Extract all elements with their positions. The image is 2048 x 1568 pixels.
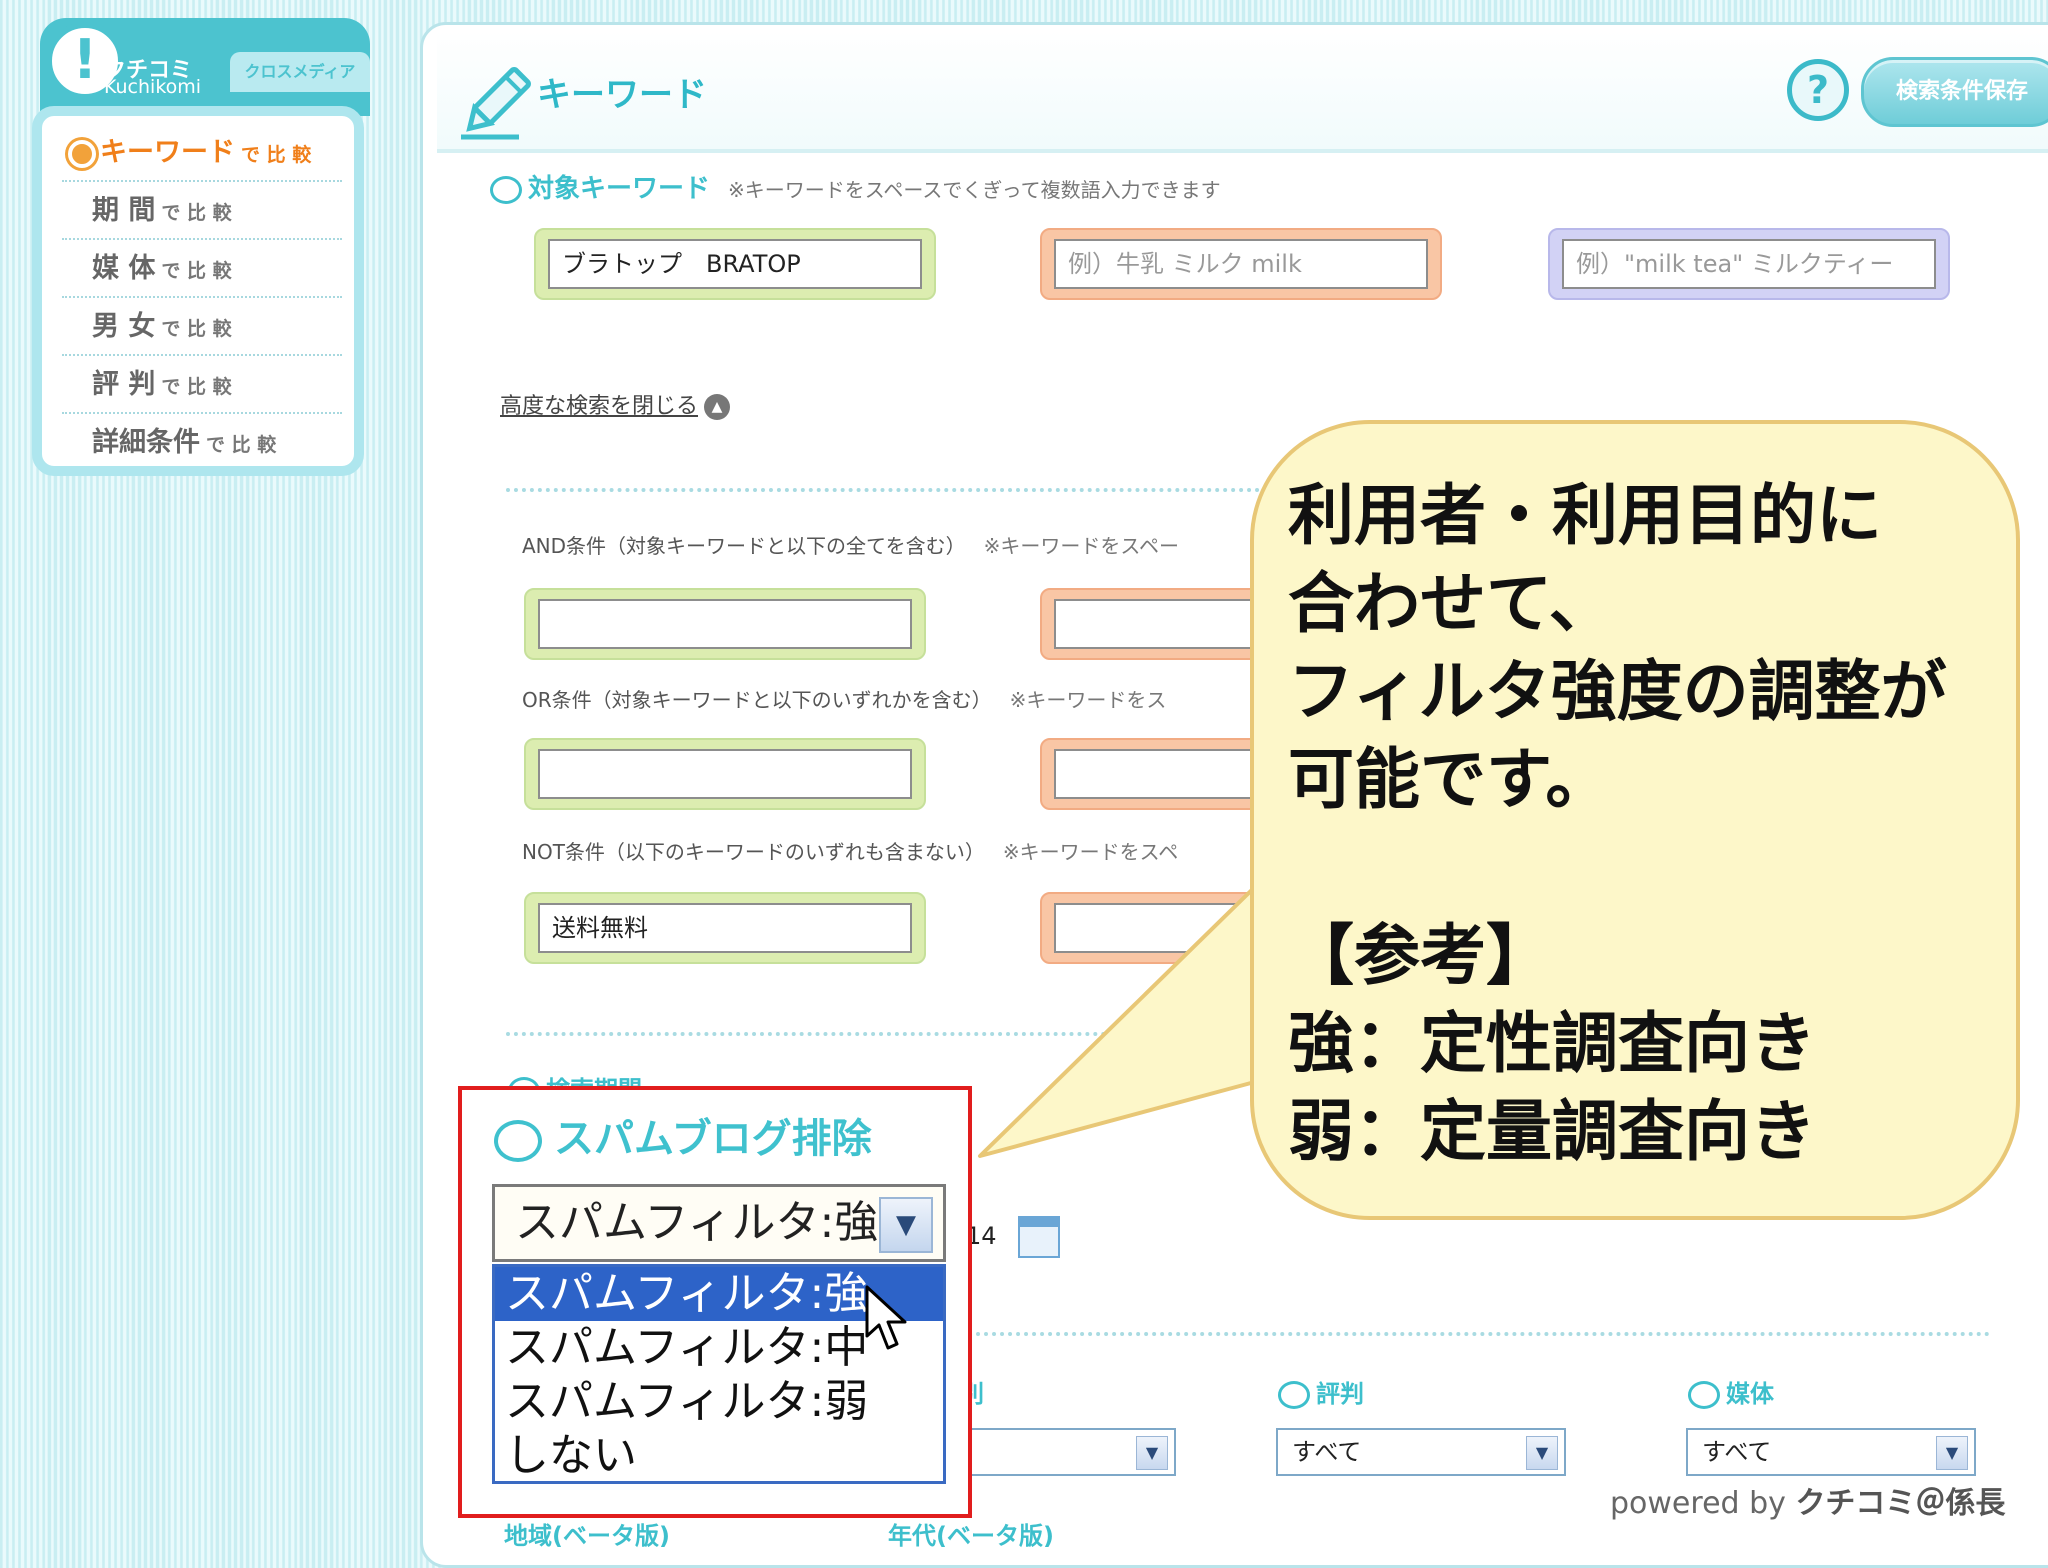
keyword-box-2: 例）牛乳 ミルク milk <box>1040 228 1442 300</box>
sidebar-item-label: 男 女 <box>92 311 156 342</box>
keyword-box-1: ブラトップ BRATOP <box>534 228 936 300</box>
active-dot-icon <box>68 140 96 168</box>
brand-logo[interactable]: ! クチコミ Kuchikomi クロスメディア <box>40 18 370 116</box>
reputation-select-value: すべて <box>1292 1438 1362 1466</box>
sidebar-item-period[interactable]: 期 間で 比 較 <box>62 182 342 240</box>
keyword-input-1[interactable]: ブラトップ BRATOP <box>548 239 922 289</box>
keyword-input-3[interactable]: 例）"milk tea" ミルクティー <box>1562 239 1936 289</box>
not-input-1[interactable]: 送料無料 <box>538 903 912 953</box>
gender-select[interactable]: ▼ <box>940 1428 1176 1476</box>
divider <box>960 1332 1990 1336</box>
sidebar-item-reputation[interactable]: 評 判で 比 較 <box>62 356 342 414</box>
reputation-select[interactable]: すべて ▼ <box>1276 1428 1566 1476</box>
speech-bubble-icon <box>1688 1381 1720 1409</box>
callout-line-7: 強：定性調査向き <box>1288 1005 1816 1082</box>
chevron-up-icon: ▲ <box>704 394 731 420</box>
spam-option-none[interactable]: しない <box>495 1429 943 1483</box>
sidebar-item-label: キーワード <box>100 137 235 168</box>
spam-filter-title: スパムブログ排除 <box>494 1106 872 1164</box>
keyword-box-3: 例）"milk tea" ミルクティー <box>1548 228 1950 300</box>
not-label-text: NOT条件（以下のキーワードのいずれも含まない） <box>522 840 985 864</box>
or-input-1[interactable] <box>538 749 912 799</box>
chevron-down-icon: ▼ <box>1136 1436 1168 1470</box>
sidebar-item-suffix: で 比 較 <box>241 144 312 166</box>
sidebar-item-label: 評 判 <box>92 369 156 400</box>
calendar-icon[interactable] <box>1018 1216 1060 1258</box>
spam-filter-title-text: スパムブログ排除 <box>554 1116 872 1162</box>
and-box-1 <box>524 588 926 660</box>
pencil-icon <box>461 67 531 140</box>
sidebar-item-media[interactable]: 媒 体で 比 較 <box>62 240 342 298</box>
callout-line-3: フィルタ強度の調整が <box>1288 653 1947 730</box>
sidebar-item-detail[interactable]: 詳細条件で 比 較 <box>62 414 342 472</box>
powered-by: powered by クチコミ＠係長 <box>1610 1478 2005 1522</box>
spam-filter-select[interactable]: スパムフィルタ:強 ▼ <box>492 1184 946 1262</box>
speech-bubble-icon <box>494 1120 542 1162</box>
or-box-1 <box>524 738 926 810</box>
divider <box>506 1032 1106 1036</box>
speech-bubble-icon <box>1278 1381 1310 1409</box>
media-select-value: すべて <box>1702 1438 1772 1466</box>
save-search-button[interactable]: 検索条件保存 <box>1861 57 2048 127</box>
or-condition-label: OR条件（対象キーワードと以下のいずれかを含む） ※キーワードをス <box>522 684 1166 713</box>
chevron-down-icon: ▼ <box>1936 1436 1968 1470</box>
sidebar-item-suffix: で 比 較 <box>161 260 232 282</box>
and-label-note: ※キーワードをスペー <box>983 534 1180 558</box>
callout-line-6: 【参考】 <box>1288 917 1552 994</box>
not-condition-label: NOT条件（以下のキーワードのいずれも含まない） ※キーワードをスペ <box>522 836 1178 865</box>
speech-bubble-icon <box>490 175 522 204</box>
or-label-note: ※キーワードをス <box>1009 688 1167 712</box>
callout-spacer <box>1288 824 1982 912</box>
not-box-1: 送料無料 <box>524 892 926 964</box>
help-icon[interactable]: ? <box>1787 59 1849 121</box>
page-title: キーワード <box>537 75 707 115</box>
region-label-partial: 地域(ベータ版) <box>504 1522 670 1550</box>
chevron-down-icon: ▼ <box>879 1197 933 1253</box>
sidebar-item-label: 詳細条件 <box>92 427 200 458</box>
sidebar-item-suffix: で 比 較 <box>206 434 277 456</box>
logo-subtext: Kuchikomi <box>104 76 202 98</box>
age-label-partial: 年代(ベータ版) <box>888 1522 1054 1550</box>
media-label: 媒体 <box>1688 1374 1774 1409</box>
sidebar-item-label: 期 間 <box>92 195 156 226</box>
and-label-text: AND条件（対象キーワードと以下の全てを含む） <box>522 534 966 558</box>
sidebar-item-gender[interactable]: 男 女で 比 較 <box>62 298 342 356</box>
sidebar-item-keyword[interactable]: キーワードで 比 較 <box>62 124 342 182</box>
target-keyword-label: 対象キーワード ※キーワードをスペースでくぎって複数語入力できます <box>490 168 1221 205</box>
sidebar-menu: キーワードで 比 較 期 間で 比 較 媒 体で 比 較 男 女で 比 較 評 … <box>32 106 364 476</box>
callout-bubble: 利用者・利用目的に 合わせて、 フィルタ強度の調整が 可能です。 【参考】 強：… <box>1250 420 2020 1220</box>
callout-line-1: 利用者・利用目的に <box>1288 477 1882 554</box>
spam-option-weak[interactable]: スパムフィルタ:弱 <box>495 1375 943 1429</box>
sidebar-item-suffix: で 比 較 <box>161 376 232 398</box>
callout-line-8: 弱：定量調査向き <box>1288 1093 1816 1170</box>
sidebar-item-suffix: で 比 較 <box>161 318 232 340</box>
or-label-text: OR条件（対象キーワードと以下のいずれかを含む） <box>522 688 992 712</box>
mouse-cursor-icon <box>865 1285 907 1350</box>
brand-name: クチコミ＠係長 <box>1795 1486 2006 1521</box>
spam-filter-selected-value: スパムフィルタ:強 <box>515 1197 879 1248</box>
media-select[interactable]: すべて ▼ <box>1686 1428 1976 1476</box>
close-advanced-link[interactable]: 高度な検索を閉じる ▲ <box>500 388 731 420</box>
callout-line-4: 可能です。 <box>1288 741 1612 818</box>
cross-media-tab[interactable]: クロスメディア <box>230 52 370 92</box>
reputation-label: 評判 <box>1278 1374 1364 1409</box>
sidebar-item-suffix: で 比 較 <box>161 202 232 224</box>
media-label-text: 媒体 <box>1726 1380 1774 1408</box>
panel-header: キーワード ? 検索条件保存 <box>437 31 2048 153</box>
sidebar-item-label: 媒 体 <box>92 253 156 284</box>
callout-line-2: 合わせて、 <box>1288 565 1615 642</box>
powered-by-prefix: powered by <box>1610 1486 1796 1521</box>
not-label-note: ※キーワードをスペ <box>1002 840 1179 864</box>
and-input-1[interactable] <box>538 599 912 649</box>
chevron-down-icon: ▼ <box>1526 1436 1558 1470</box>
close-advanced-text: 高度な検索を閉じる <box>500 394 699 419</box>
keyword-input-2[interactable]: 例）牛乳 ミルク milk <box>1054 239 1428 289</box>
and-condition-label: AND条件（対象キーワードと以下の全てを含む） ※キーワードをスペー <box>522 530 1179 559</box>
target-keyword-title: 対象キーワード <box>528 174 711 204</box>
target-keyword-note: ※キーワードをスペースでくぎって複数語入力できます <box>728 178 1221 202</box>
sidebar: ! クチコミ Kuchikomi クロスメディア キーワードで 比 較 期 間で… <box>32 18 370 476</box>
reputation-label-text: 評判 <box>1316 1380 1364 1408</box>
